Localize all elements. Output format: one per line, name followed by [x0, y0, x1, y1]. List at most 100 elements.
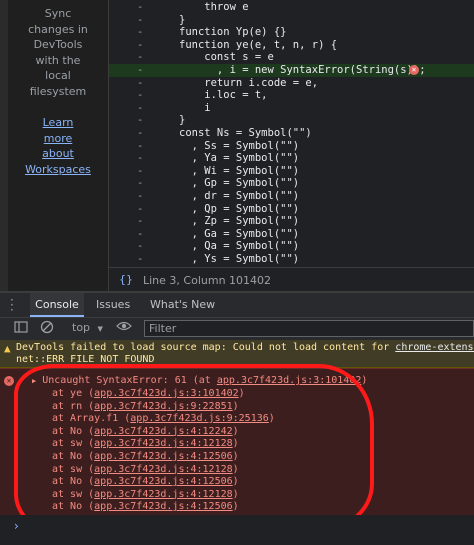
workspaces-link[interactable]: Workspaces [8, 162, 108, 178]
code-text: , Ya = Symbol("") [179, 152, 300, 165]
prompt-caret-icon: › [14, 519, 19, 533]
left-edge-strip [0, 0, 8, 291]
code-text: } [179, 114, 186, 127]
stack-frame-link[interactable]: app.3c7f423d.js:9:22851 [94, 401, 232, 412]
error-message: Uncaught SyntaxError: 61 (at [42, 375, 217, 386]
diff-gutter-marker: - [137, 202, 144, 215]
code-line: - , dr = Symbol("") [109, 190, 474, 203]
stack-frame-link[interactable]: app.3c7f423d.js:3:101402 [94, 388, 239, 399]
stack-frame-link[interactable]: app.3c7f423d.js:9:25136 [130, 413, 268, 424]
tab-whats-new[interactable]: What's New [150, 293, 215, 317]
stack-frame-function: at No ( [52, 425, 95, 437]
stack-frame: at No (app.3c7f423d.js:4:12506) [52, 501, 239, 512]
sidebar-toggle-icon[interactable] [14, 320, 28, 337]
stack-frame-suffix: ) [232, 463, 239, 475]
diff-gutter-marker: - [137, 253, 144, 265]
stack-frame-link[interactable]: app.3c7f423d.js:4:12128 [94, 489, 232, 500]
stack-frame-function: at sw ( [52, 463, 95, 475]
code-text: , Qp = Symbol("") [179, 202, 300, 215]
code-text: const s = e [179, 51, 274, 64]
code-text: , Ys = Symbol("") [179, 253, 300, 265]
stack-frame-suffix: ) [232, 501, 239, 513]
code-text: i [179, 101, 211, 114]
stack-frame-link[interactable]: app.3c7f423d.js:4:12128 [94, 464, 232, 475]
stack-frame-link[interactable]: app.3c7f423d.js:4:12128 [94, 438, 232, 449]
live-expression-eye-icon[interactable] [116, 319, 132, 336]
stack-frame-function: at ye ( [52, 388, 95, 399]
sidebar-text-line: Sync [44, 7, 72, 20]
stack-frame-suffix: ) [268, 413, 275, 425]
code-text: throw e [179, 1, 249, 13]
code-line: - const Ns = Symbol("") [109, 127, 474, 140]
code-text: function ye(e, t, n, r) { [179, 38, 338, 51]
warning-link[interactable]: chrome-extensi [395, 342, 474, 353]
code-text: i.loc = t, [179, 89, 268, 102]
tab-issues[interactable]: Issues [96, 293, 130, 317]
clear-console-icon[interactable] [40, 320, 54, 337]
diff-gutter-marker: - [137, 215, 144, 228]
diff-gutter-marker: - [137, 190, 144, 202]
stack-frame-function: at No ( [52, 501, 95, 513]
sidebar-text-line: with the [35, 53, 81, 67]
code-text: , Qa = Symbol("") [179, 240, 300, 253]
warning-icon: ▲ [4, 342, 11, 355]
code-text: const Ns = Symbol("") [179, 127, 312, 139]
diff-gutter-marker: - [137, 89, 144, 102]
chevron-down-icon: ▼ [97, 325, 103, 333]
diff-gutter-marker: - [137, 114, 144, 127]
code-line: - i [109, 102, 474, 115]
code-text: , i = new SyntaxError(String(s)); [179, 64, 426, 76]
diff-gutter-marker: - [137, 227, 144, 240]
diff-gutter-marker: - [137, 76, 144, 89]
sidebar-text-line: filesystem [29, 85, 87, 98]
stack-frame: at sw (app.3c7f423d.js:4:12128) [52, 489, 239, 500]
code-line: - , Ys = Symbol("") [109, 253, 474, 266]
diff-gutter-marker: - [137, 64, 144, 76]
inline-error-icon[interactable]: ✕ [409, 65, 419, 75]
code-line: - function Yp(e) {} [109, 26, 474, 39]
code-text: , Wi = Symbol("") [179, 164, 300, 177]
diff-gutter-marker: - [137, 101, 144, 114]
stack-frame-function: at sw ( [52, 488, 95, 500]
code-line: -} [109, 114, 474, 127]
code-editor[interactable]: - throw e -} - function Yp(e) {} - function y… [109, 0, 474, 267]
stack-frame-link[interactable]: app.3c7f423d.js:4:12242 [94, 426, 232, 437]
diff-gutter-marker: - [137, 51, 144, 64]
sidebar-text-line: changes in [28, 22, 88, 36]
expand-arrow-icon[interactable]: ▶ [32, 377, 36, 385]
more-tabs-icon[interactable]: · · · [10, 294, 14, 316]
workspaces-link[interactable]: more [8, 131, 108, 147]
code-text: , Gp = Symbol("") [179, 177, 300, 190]
code-line: - , Wi = Symbol("") [109, 165, 474, 178]
code-text: } [179, 13, 186, 26]
stack-frame: at rn (app.3c7f423d.js:9:22851) [52, 401, 239, 412]
code-text: function Yp(e) {} [179, 26, 287, 39]
diff-gutter-marker: - [137, 139, 144, 152]
stack-frame-link[interactable]: app.3c7f423d.js:4:12506 [94, 451, 232, 462]
diff-gutter-marker: - [137, 13, 144, 26]
stack-frame-link[interactable]: app.3c7f423d.js:4:12506 [94, 476, 232, 487]
context-selector[interactable]: top ▼ [72, 321, 103, 334]
console-filter-input[interactable]: Filter [144, 320, 474, 337]
workspaces-link[interactable]: Learn [8, 115, 108, 131]
sources-sidebar: Sync changes in DevTools with the local files… [8, 0, 109, 291]
drawer-tabbar: · · · Console Issues What's New [0, 293, 474, 318]
stack-frame: at No (app.3c7f423d.js:4:12506) [52, 451, 239, 462]
code-line: - , i = new SyntaxError(String(s)); ✕ [109, 64, 474, 77]
code-line: - throw e [109, 1, 474, 14]
warning-line2: net::ERR_FILE_NOT_FOUND [16, 355, 155, 365]
code-line: - , Zp = Symbol("") [109, 215, 474, 228]
tab-console[interactable]: Console [30, 293, 84, 317]
source-map-warning: ▲ DevTools failed to load source map: Co… [0, 340, 474, 368]
console-toolbar: top ▼ Filter [0, 318, 474, 341]
stack-frame-link[interactable]: app.3c7f423d.js:4:12506 [94, 501, 232, 512]
pretty-print-icon[interactable]: {} [119, 273, 133, 286]
stack-frame-function: at No ( [52, 451, 95, 462]
error-source-link[interactable]: app.3c7f423d.js:3:101402 [217, 375, 362, 386]
code-line: - function ye(e, t, n, r) { [109, 39, 474, 52]
workspaces-link[interactable]: about [8, 146, 108, 162]
error-icon: ✕ [4, 376, 14, 386]
console-prompt[interactable]: › [0, 515, 474, 545]
stack-frame-function: at sw ( [52, 438, 95, 450]
stack-frame: at sw (app.3c7f423d.js:4:12128) [52, 464, 239, 475]
